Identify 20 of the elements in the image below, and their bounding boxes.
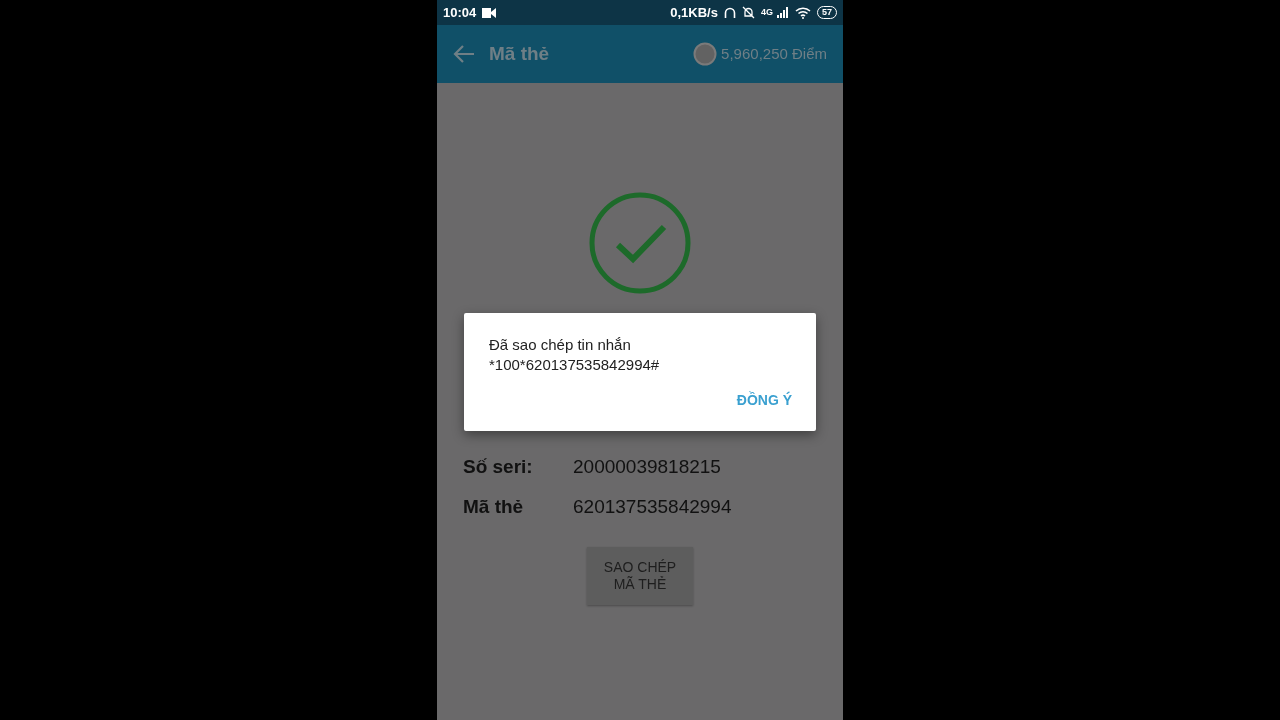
check-circle-icon (588, 191, 692, 295)
screen-title: Mã thẻ (489, 41, 550, 66)
copy-code-button[interactable]: SAO CHÉP MÃ THẺ (587, 547, 693, 605)
status-time: 10:04 (443, 3, 477, 22)
dialog-message: Đã sao chép tin nhắn *100*620137535842994# (489, 335, 661, 374)
video-camera-icon (482, 7, 497, 18)
coin-icon (693, 42, 718, 66)
field-label: Mã thẻ (463, 494, 525, 519)
back-arrow-icon[interactable] (453, 45, 475, 63)
ok-button[interactable]: ĐỒNG Ý (736, 390, 792, 411)
points-balance: 5,960,250 Điểm (721, 43, 827, 64)
headphones-icon (723, 6, 736, 19)
field-label: Số seri: (463, 454, 534, 479)
network-speed: 0,1KB/s (670, 3, 718, 22)
muted-bell-icon (741, 6, 755, 19)
field-value: 620137535842994 (573, 494, 732, 519)
signal-icon (777, 7, 789, 18)
network-type: 4G (760, 8, 773, 17)
wifi-icon (795, 6, 811, 19)
field-value: 20000039818215 (573, 454, 721, 479)
